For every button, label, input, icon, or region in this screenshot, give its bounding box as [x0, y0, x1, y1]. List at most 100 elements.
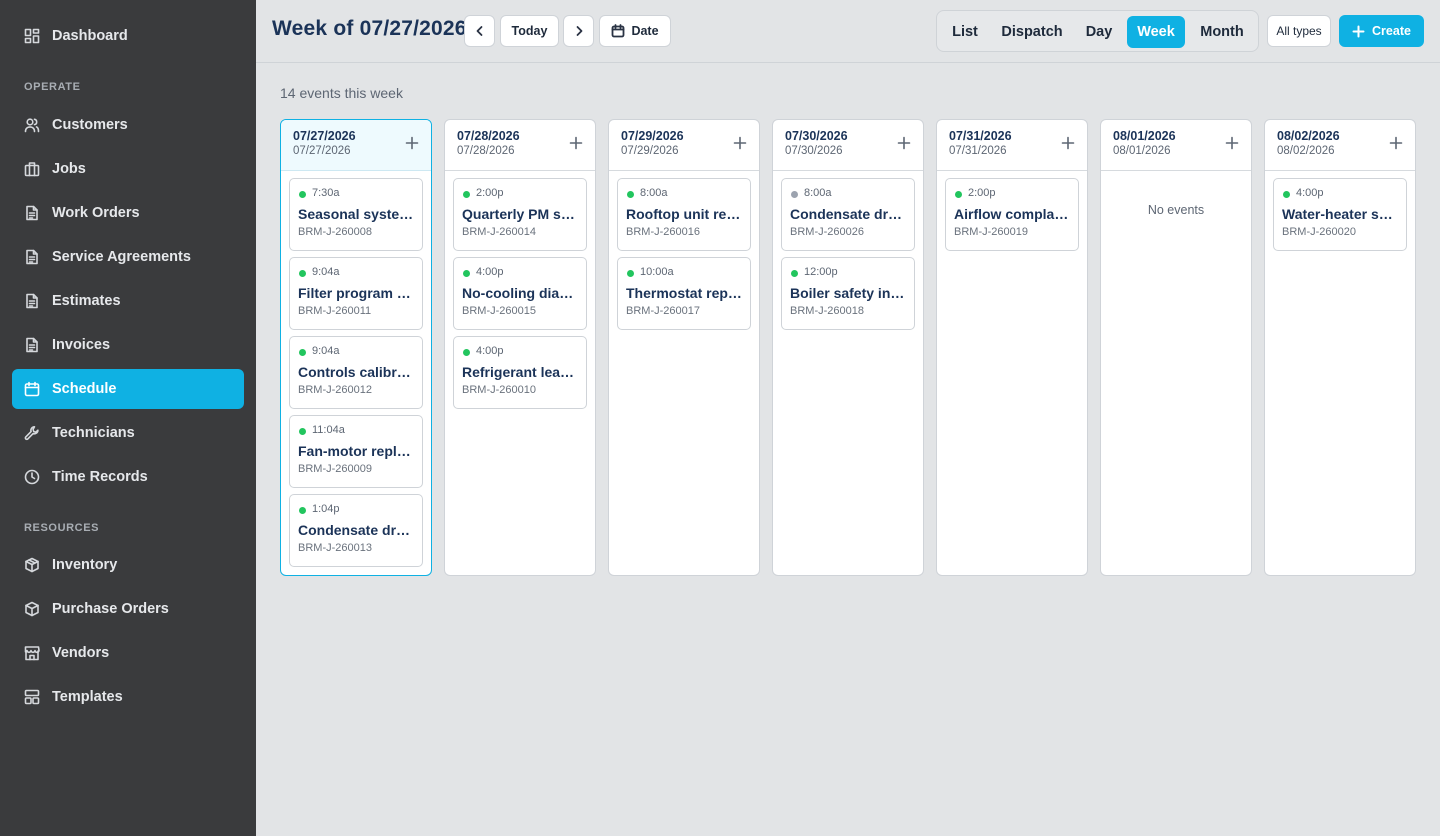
- section-label-resources: RESOURCES: [24, 522, 100, 534]
- event-card[interactable]: 10:00a Thermostat replacement BRM-J-260017: [617, 257, 751, 330]
- date-picker-button[interactable]: Date: [599, 15, 671, 47]
- status-dot: [463, 270, 470, 277]
- status-dot: [299, 270, 306, 277]
- calendar-icon: [24, 381, 40, 397]
- sidebar-item-vendors[interactable]: Vendors: [12, 633, 244, 673]
- no-events-text: No events: [1147, 203, 1205, 217]
- sidebar-item-label: Dashboard: [52, 28, 128, 44]
- event-time: 11:04a: [312, 424, 345, 436]
- day-subtitle: 08/01/2026: [1113, 145, 1171, 157]
- event-card[interactable]: 4:00p No-cooling diagnosis BRM-J-260015: [453, 257, 587, 330]
- event-code: BRM-J-260009: [298, 463, 372, 475]
- sidebar-item-label: Schedule: [52, 381, 117, 397]
- add-event-button[interactable]: [569, 136, 583, 150]
- document-icon: [24, 249, 40, 265]
- sidebar-item-time-records[interactable]: Time Records: [12, 457, 244, 497]
- day-header: 07/27/2026 07/27/2026: [281, 120, 431, 171]
- add-event-button[interactable]: [897, 136, 911, 150]
- event-card[interactable]: 12:00p Boiler safety inspection BRM-J-2600…: [781, 257, 915, 330]
- day-title: 07/28/2026: [457, 129, 520, 143]
- today-button[interactable]: Today: [500, 15, 559, 47]
- document-icon: [24, 205, 40, 221]
- sidebar-item-inventory[interactable]: Inventory: [12, 545, 244, 585]
- sidebar-item-estimates[interactable]: Estimates: [12, 281, 244, 321]
- event-title: Airflow complaint visit: [954, 206, 1072, 222]
- view-tab-week[interactable]: Week: [1127, 16, 1185, 48]
- document-icon: [24, 293, 40, 309]
- add-event-button[interactable]: [1389, 136, 1403, 150]
- add-event-button[interactable]: [405, 136, 419, 150]
- status-dot: [627, 270, 634, 277]
- wrench-icon: [24, 425, 40, 441]
- status-dot: [463, 191, 470, 198]
- create-button[interactable]: Create: [1339, 15, 1424, 47]
- sidebar-item-invoices[interactable]: Invoices: [12, 325, 244, 365]
- event-time: 2:00p: [968, 187, 996, 199]
- sidebar-item-customers[interactable]: Customers: [12, 105, 244, 145]
- view-tab-list[interactable]: List: [943, 16, 987, 48]
- day-subtitle: 07/30/2026: [785, 145, 843, 157]
- status-dot: [1283, 191, 1290, 198]
- plus-icon: [1061, 136, 1075, 150]
- sidebar-item-label: Vendors: [52, 645, 110, 661]
- add-event-button[interactable]: [733, 136, 747, 150]
- event-card[interactable]: 1:04p Condensate drain clearing BRM-J-2600…: [289, 494, 423, 567]
- event-card[interactable]: 2:00p Quarterly PM service BRM-J-260014: [453, 178, 587, 251]
- event-card[interactable]: 8:00a Condensate drain clearing BRM-J-2600…: [781, 178, 915, 251]
- view-switcher: List Dispatch Day Week Month: [936, 10, 1259, 52]
- sidebar-item-label: Invoices: [52, 337, 111, 353]
- event-code: BRM-J-260017: [626, 305, 700, 317]
- day-title: 07/31/2026: [949, 129, 1012, 143]
- event-title: Boiler safety inspection: [790, 285, 908, 301]
- view-tab-dispatch[interactable]: Dispatch: [993, 16, 1071, 48]
- add-event-button[interactable]: [1061, 136, 1075, 150]
- sidebar-item-label: Time Records: [52, 469, 148, 485]
- event-card[interactable]: 7:30a Seasonal system check BRM-J-260008: [289, 178, 423, 251]
- next-week-button[interactable]: [563, 15, 594, 47]
- event-card[interactable]: 4:00p Water-heater service BRM-J-260020: [1273, 178, 1407, 251]
- day-header: 08/02/2026 08/02/2026: [1265, 120, 1415, 171]
- briefcase-icon: [24, 161, 40, 177]
- status-dot: [299, 191, 306, 198]
- view-tab-month[interactable]: Month: [1191, 16, 1253, 48]
- event-time: 12:00p: [804, 266, 838, 278]
- type-filter-select[interactable]: All types: [1267, 15, 1331, 47]
- day-column: 07/30/2026 07/30/2026 8:00a Condensate drai…: [772, 119, 924, 576]
- event-card[interactable]: 9:04a Filter program service BRM-J-260011: [289, 257, 423, 330]
- event-title: No-cooling diagnosis: [462, 285, 580, 301]
- sidebar-item-jobs[interactable]: Jobs: [12, 149, 244, 189]
- day-subtitle: 07/31/2026: [949, 145, 1007, 157]
- sidebar-item-work-orders[interactable]: Work Orders: [12, 193, 244, 233]
- event-card[interactable]: 2:00p Airflow complaint visit BRM-J-260019: [945, 178, 1079, 251]
- day-column: 07/27/2026 07/27/2026 7:30a Seasonal system…: [280, 119, 432, 576]
- event-code: BRM-J-260012: [298, 384, 372, 396]
- event-title: Quarterly PM service: [462, 206, 580, 222]
- sidebar-item-dashboard[interactable]: Dashboard: [12, 16, 244, 56]
- event-title: Thermostat replacement: [626, 285, 744, 301]
- sidebar-item-purchase-orders[interactable]: Purchase Orders: [12, 589, 244, 629]
- add-event-button[interactable]: [1225, 136, 1239, 150]
- day-header: 07/31/2026 07/31/2026: [937, 120, 1087, 171]
- sidebar-item-templates[interactable]: Templates: [12, 677, 244, 717]
- sidebar-item-schedule[interactable]: Schedule: [12, 369, 244, 409]
- day-column: 07/31/2026 07/31/2026 2:00p Airflow complai…: [936, 119, 1088, 576]
- event-time: 9:04a: [312, 345, 340, 357]
- event-code: BRM-J-260016: [626, 226, 700, 238]
- event-title: Condensate drain clearing: [298, 522, 416, 538]
- event-card[interactable]: 8:00a Rooftop unit repair BRM-J-260016: [617, 178, 751, 251]
- event-title: Rooftop unit repair: [626, 206, 744, 222]
- event-code: BRM-J-260026: [790, 226, 864, 238]
- previous-week-button[interactable]: [464, 15, 495, 47]
- sidebar-item-service-agreements[interactable]: Service Agreements: [12, 237, 244, 277]
- event-code: BRM-J-260008: [298, 226, 372, 238]
- sidebar: Dashboard OPERATE Customers Jobs Work Or…: [0, 0, 256, 836]
- event-card[interactable]: 4:00p Refrigerant leak repair BRM-J-260010: [453, 336, 587, 409]
- sidebar-item-technicians[interactable]: Technicians: [12, 413, 244, 453]
- status-dot: [463, 349, 470, 356]
- event-time: 4:00p: [476, 345, 504, 357]
- store-icon: [24, 645, 40, 661]
- event-card[interactable]: 11:04a Fan-motor replacement BRM-J-260009: [289, 415, 423, 488]
- event-card[interactable]: 9:04a Controls calibration BRM-J-260012: [289, 336, 423, 409]
- sidebar-item-label: Jobs: [52, 161, 86, 177]
- view-tab-day[interactable]: Day: [1077, 16, 1121, 48]
